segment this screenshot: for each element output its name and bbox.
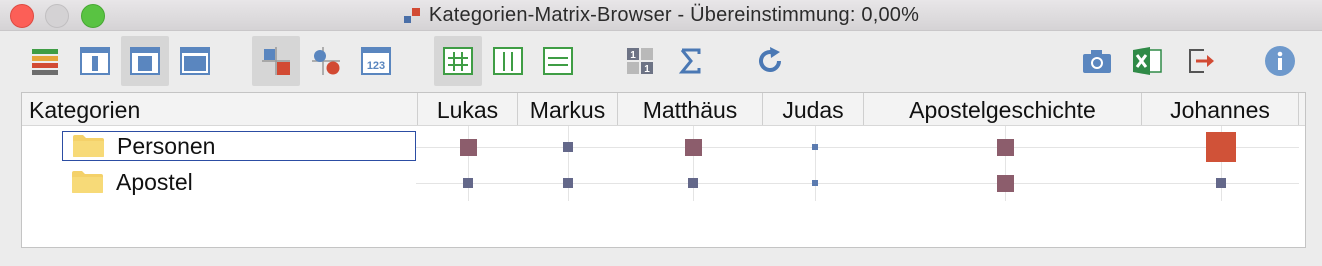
column-header-johannes[interactable]: Johannes <box>1142 93 1299 125</box>
layout-full-button[interactable] <box>171 36 219 86</box>
row-label-personen[interactable]: Personen <box>62 131 416 161</box>
binary-matrix-button[interactable]: 1 1 <box>616 36 664 86</box>
color-bars-icon <box>32 49 58 75</box>
matrix-cell-symbol[interactable] <box>996 138 1014 156</box>
window-title: Kategorien-Matrix-Browser - Übereinstimm… <box>428 3 920 26</box>
matrix-cell-symbol[interactable] <box>812 180 818 186</box>
matrix-cell-symbol[interactable] <box>996 174 1014 192</box>
column-header-apostelgeschichte[interactable]: Apostelgeschichte <box>864 93 1142 125</box>
folder-icon <box>73 135 104 157</box>
svg-text:1: 1 <box>644 64 650 75</box>
camera-button[interactable] <box>1073 36 1121 86</box>
matrix-row[interactable]: Apostel <box>22 165 1305 201</box>
matrix-cell-symbol[interactable] <box>684 138 702 156</box>
row-label-text: Personen <box>117 132 216 159</box>
export-icon <box>1189 49 1214 73</box>
rows-icon <box>543 47 573 75</box>
excel-export-button[interactable] <box>1123 36 1171 86</box>
layout-center-column-button[interactable] <box>121 36 169 86</box>
grid-hash-button[interactable] <box>434 36 482 86</box>
layout-single-column-icon <box>80 47 110 75</box>
info-button[interactable] <box>1256 36 1304 86</box>
matrix-cell-symbol[interactable] <box>1206 132 1236 162</box>
squares-symbols-icon <box>262 47 290 75</box>
camera-icon <box>1083 50 1111 73</box>
sigma-icon <box>678 48 701 74</box>
matrix-cell-symbol[interactable] <box>812 144 818 150</box>
columns-icon <box>493 47 523 75</box>
row-label-text: Apostel <box>116 168 193 195</box>
svg-text:123: 123 <box>367 60 385 72</box>
toolbar: 123 1 1 <box>0 31 1322 91</box>
column-header-judas[interactable]: Judas <box>763 93 864 125</box>
matrix-cell-symbol[interactable] <box>463 178 473 188</box>
excel-export-icon <box>1133 47 1162 75</box>
grid-hash-icon <box>443 47 473 75</box>
window-title-group: Kategorien-Matrix-Browser - Übereinstimm… <box>0 0 1322 30</box>
svg-text:1: 1 <box>630 50 636 61</box>
matrix-cell-symbol[interactable] <box>688 178 698 188</box>
layout-center-column-icon <box>130 47 160 75</box>
matrix-cell-symbol[interactable] <box>563 178 573 188</box>
column-header-lukas[interactable]: Lukas <box>418 93 518 125</box>
layout-full-icon <box>180 47 210 75</box>
refresh-button[interactable] <box>746 36 794 86</box>
matrix-row[interactable]: Personen <box>22 129 1305 165</box>
title-bar: Kategorien-Matrix-Browser - Übereinstimm… <box>0 0 1322 31</box>
column-header-markus[interactable]: Markus <box>518 93 618 125</box>
column-header-matthaeus[interactable]: Matthäus <box>618 93 763 125</box>
squares-symbols-button[interactable] <box>252 36 300 86</box>
refresh-icon <box>759 47 781 72</box>
sigma-button[interactable] <box>666 36 714 86</box>
app-icon <box>403 6 421 24</box>
export-button[interactable] <box>1176 36 1224 86</box>
row-label-apostel[interactable]: Apostel <box>62 167 416 197</box>
matrix-header: Kategorien Lukas Markus Matthäus Judas A… <box>22 93 1305 126</box>
color-bars-button[interactable] <box>21 36 69 86</box>
matrix-cell-symbol[interactable] <box>1216 178 1226 188</box>
matrix-cell-symbol[interactable] <box>563 142 573 152</box>
circles-symbols-button[interactable] <box>302 36 350 86</box>
numbers-button[interactable]: 123 <box>352 36 400 86</box>
matrix-cell-symbol[interactable] <box>459 138 477 156</box>
columns-button[interactable] <box>484 36 532 86</box>
binary-matrix-icon: 1 1 <box>627 48 653 75</box>
layout-single-column-button[interactable] <box>71 36 119 86</box>
folder-icon <box>72 171 103 193</box>
rows-button[interactable] <box>534 36 582 86</box>
numbers-icon: 123 <box>361 47 391 75</box>
column-header-kategorien[interactable]: Kategorien <box>22 93 418 125</box>
info-icon <box>1265 46 1295 76</box>
circles-symbols-icon <box>312 47 340 75</box>
matrix-panel: Kategorien Lukas Markus Matthäus Judas A… <box>21 92 1306 248</box>
